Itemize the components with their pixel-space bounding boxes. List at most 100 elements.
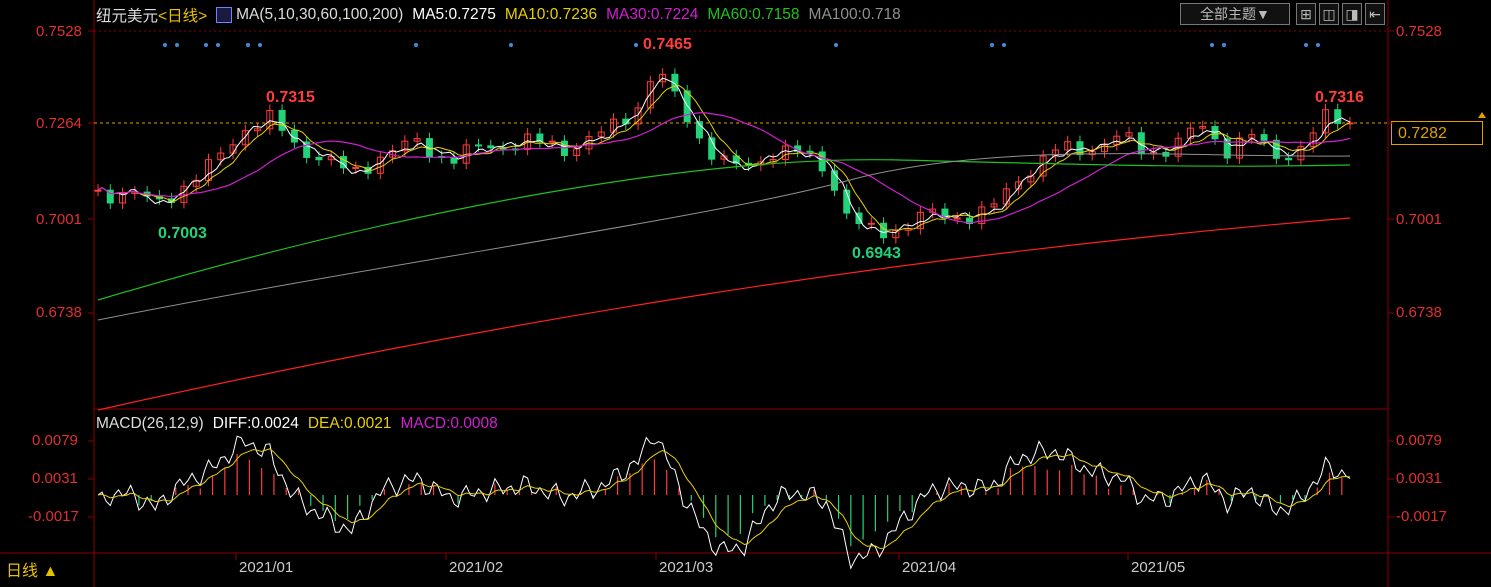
high-annotation: 0.7315 — [266, 89, 315, 106]
candle-body — [732, 155, 740, 164]
candle-body — [204, 159, 212, 181]
candle-body — [1051, 149, 1059, 157]
candle-body — [904, 228, 912, 231]
candle-body — [1211, 126, 1219, 140]
candle-body — [339, 156, 347, 169]
candle-body — [155, 195, 163, 200]
candle-body — [1186, 127, 1194, 139]
event-dot — [634, 43, 638, 47]
candle-body — [1334, 109, 1342, 124]
candle-body — [892, 229, 900, 239]
candle-body — [229, 144, 237, 154]
period-label[interactable]: <日线> — [158, 4, 207, 26]
candle-body — [1101, 144, 1109, 153]
split-view-icon[interactable]: ◫ — [1319, 3, 1339, 25]
candle-body — [327, 156, 335, 161]
candle-body — [880, 222, 888, 239]
right-price-label: 0.7001 — [1396, 211, 1442, 228]
period-switch-button[interactable]: 日线 ▲ — [0, 559, 88, 585]
ma200-line — [97, 217, 1351, 411]
candle-body — [695, 121, 703, 139]
candle-body — [1285, 157, 1293, 161]
candle-body — [352, 166, 360, 169]
date-label: 2021/03 — [659, 559, 714, 576]
candle-body — [560, 140, 568, 156]
candle-body — [720, 155, 728, 160]
candle-body — [511, 148, 519, 151]
grid-layout-icon[interactable]: ⊞ — [1296, 3, 1316, 25]
macd-macd: MACD:0.0008 — [400, 415, 498, 432]
candle-body — [106, 189, 114, 204]
candle-body — [573, 148, 581, 156]
candle-body — [376, 156, 384, 174]
event-dot — [414, 43, 418, 47]
candle-body — [1150, 151, 1158, 155]
price-chart-canvas — [0, 0, 1491, 587]
candle-body — [1002, 188, 1010, 205]
candle-body — [659, 73, 667, 83]
event-dot — [1210, 43, 1214, 47]
candle-body — [745, 162, 753, 166]
candle-body — [1199, 126, 1207, 129]
candle-body — [622, 118, 630, 125]
candle-body — [1125, 132, 1133, 137]
macd-axis-label: -0.0017 — [1396, 508, 1447, 525]
candle-body — [610, 118, 618, 133]
event-dot — [204, 43, 208, 47]
candle-body — [855, 212, 863, 225]
candle-body — [757, 161, 765, 166]
ma5-value: MA5:0.7275 — [412, 6, 496, 23]
candle-body — [585, 136, 593, 150]
candle-body — [450, 156, 458, 164]
candle-body — [119, 193, 127, 204]
candle-body — [634, 107, 642, 125]
symbol-name[interactable]: 纽元美元 — [96, 4, 158, 26]
ma100-line — [97, 153, 1351, 321]
event-dot — [1304, 43, 1308, 47]
candle-body — [401, 140, 409, 152]
trading-chart-window: 纽元美元 <日线> MA(5,10,30,60,100,200) MA5:0.7… — [0, 0, 1491, 587]
candle-body — [769, 159, 777, 163]
candle-body — [499, 147, 507, 150]
candle-body — [1076, 141, 1084, 156]
theme-select[interactable]: 全部主题▼ — [1180, 3, 1290, 25]
low-annotation: 0.6943 — [852, 245, 901, 262]
high-annotation: 0.7465 — [643, 36, 692, 53]
event-dot — [1316, 43, 1320, 47]
indicator-icon[interactable] — [216, 7, 233, 23]
event-dot — [216, 43, 220, 47]
low-annotation: 0.7003 — [158, 225, 207, 242]
candle-body — [597, 131, 605, 138]
candle-body — [1064, 141, 1072, 151]
candle-body — [475, 144, 483, 147]
panel-right-icon[interactable]: ◨ — [1342, 3, 1362, 25]
candle-body — [867, 222, 875, 225]
candle-body — [781, 145, 789, 161]
candle-body — [94, 189, 102, 192]
macd-diff: DIFF:0.0024 — [212, 415, 299, 432]
ma-definition[interactable]: MA(5,10,30,60,100,200) — [236, 6, 403, 24]
candle-body — [425, 138, 433, 158]
macd-axis-label: 0.0031 — [1396, 470, 1442, 487]
candle-body — [1297, 146, 1305, 161]
candle-body — [278, 109, 286, 131]
macd-dea: DEA:0.0021 — [307, 415, 392, 432]
macd-label[interactable]: MACD(26,12,9) — [96, 415, 204, 433]
candle-body — [818, 151, 826, 172]
candle-body — [254, 128, 262, 132]
collapse-icon[interactable]: ⇤ — [1365, 3, 1385, 25]
event-dot — [175, 43, 179, 47]
candle-body — [965, 217, 973, 225]
macd-axis-label: -0.0017 — [28, 508, 79, 525]
candle-body — [1027, 175, 1035, 183]
high-annotation: 0.7316 — [1315, 89, 1364, 106]
event-dot — [1222, 43, 1226, 47]
candle-body — [548, 140, 556, 143]
candle-body — [683, 90, 691, 123]
candle-body — [462, 144, 470, 164]
left-price-label: 0.6738 — [36, 304, 82, 321]
candle-body — [1039, 155, 1047, 177]
event-dot — [834, 43, 838, 47]
ma60-line — [97, 159, 1351, 301]
candle-body — [990, 203, 998, 208]
